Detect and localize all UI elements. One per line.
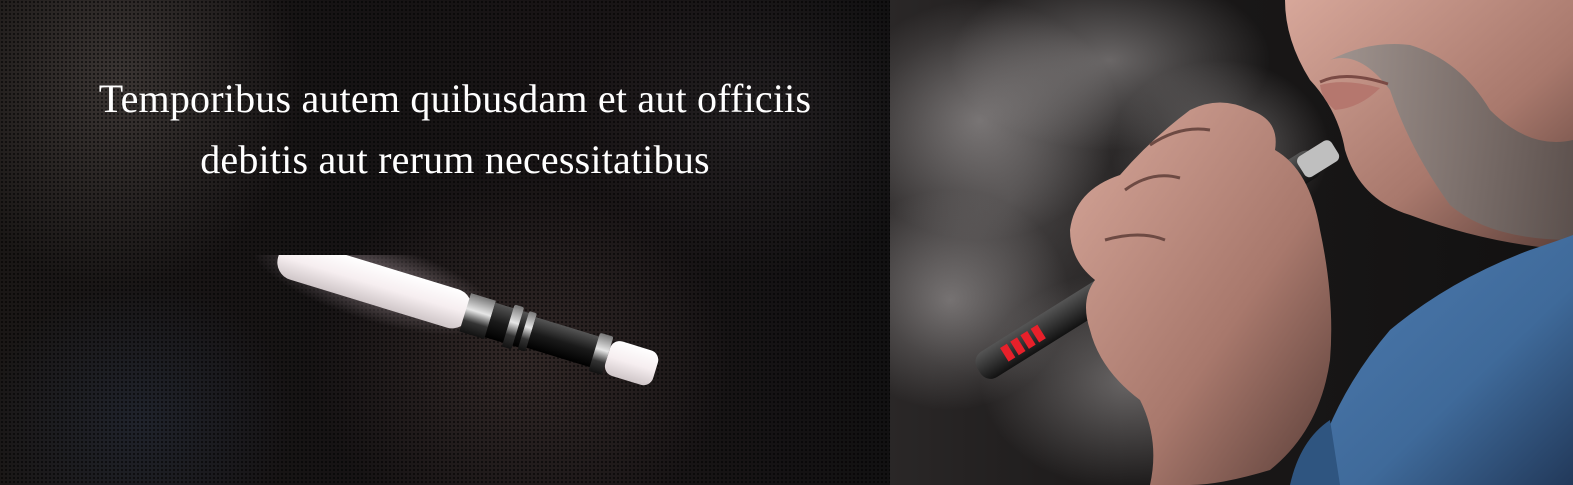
headline-line-1: Temporibus autem quibusdam et aut offici… [98, 76, 812, 121]
headline-line-2: debitis aut rerum necessitatibus [200, 137, 710, 182]
banner-right-panel [890, 0, 1573, 485]
man-vaping-photo [890, 0, 1573, 485]
e-cigarette-icon [255, 255, 659, 386]
hero-banner: Temporibus autem quibusdam et aut offici… [0, 0, 1573, 485]
banner-headline: Temporibus autem quibusdam et aut offici… [20, 68, 890, 190]
banner-left-panel: Temporibus autem quibusdam et aut offici… [0, 0, 890, 485]
